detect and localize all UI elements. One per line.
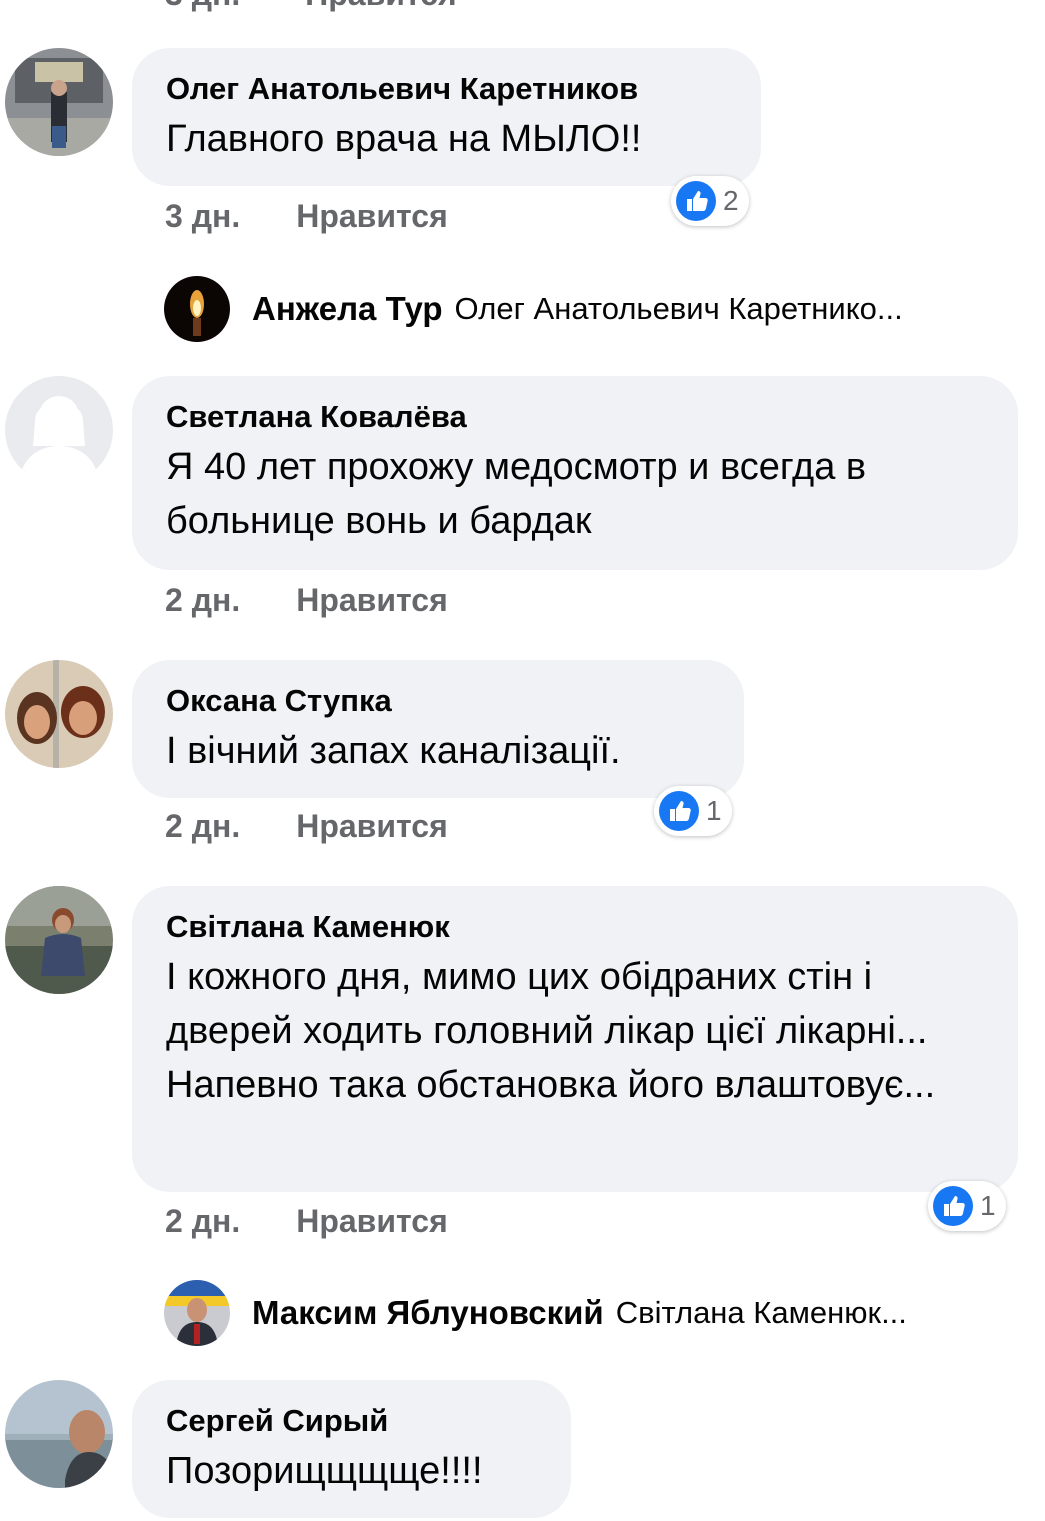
comment-author[interactable]: Светлана Ковалёва [166, 398, 984, 436]
comment-author[interactable]: Оксана Ступка [166, 682, 710, 720]
reaction-count: 1 [706, 795, 722, 826]
thumbs-up-icon [676, 181, 716, 221]
reply-author[interactable]: Максим Яблуновский [252, 1294, 604, 1332]
comment-meta: 2 дн. Нравится [165, 1203, 448, 1240]
comment-meta: 3 дн. Нравится [165, 198, 448, 235]
reply-author[interactable]: Анжела Тур [252, 290, 443, 328]
previous-comment-meta: 3 дн. Нравится [165, 0, 457, 13]
comment-text: Позорищщщще!!!! [166, 1450, 483, 1492]
like-button[interactable]: Нравится [296, 1203, 448, 1239]
reaction-count-badge[interactable]: 2 [671, 176, 749, 226]
previous-comment-time: 3 дн. [165, 0, 240, 12]
comment-time[interactable]: 2 дн. [165, 808, 240, 844]
like-button[interactable]: Нравится [296, 808, 448, 844]
reaction-count: 1 [980, 1190, 996, 1221]
comment-author[interactable]: Олег Анатольевич Каретников [166, 70, 727, 108]
avatar-anzhela[interactable] [164, 276, 230, 342]
reply-preview[interactable]: Анжела Тур Олег Анатольевич Каретнико... [164, 276, 903, 342]
comment-meta: 2 дн. Нравится [165, 808, 448, 845]
reply-snippet: Світлана Каменюк... [615, 1295, 907, 1330]
avatar-oleg[interactable] [5, 48, 113, 156]
comment-text: І кожного дня, мимо цих обідраних стін і… [166, 956, 936, 1106]
reply-preview[interactable]: Максим Яблуновский Світлана Каменюк... [164, 1280, 907, 1346]
avatar-svitlana-kamenyuk[interactable] [5, 886, 113, 994]
comment-text: І вічний запах каналізації. [166, 730, 621, 772]
comment-bubble: Светлана Ковалёва Я 40 лет прохожу медос… [132, 376, 1018, 570]
avatar-sergey[interactable] [5, 1380, 113, 1488]
avatar-svetlana-kovaleva[interactable] [5, 376, 113, 484]
comment-author[interactable]: Сергей Сирый [166, 1402, 537, 1440]
comment-bubble: Олег Анатольевич Каретников Главного вра… [132, 48, 761, 186]
comment-meta: 2 дн. Нравится [165, 582, 448, 619]
reaction-count-badge[interactable]: 1 [654, 786, 732, 836]
like-button[interactable]: Нравится [296, 198, 448, 234]
comment-author[interactable]: Світлана Каменюк [166, 908, 984, 946]
like-button[interactable]: Нравится [296, 582, 448, 618]
reply-snippet: Олег Анатольевич Каретнико... [454, 291, 903, 326]
comment-time[interactable]: 2 дн. [165, 1203, 240, 1239]
reaction-count: 2 [723, 185, 739, 216]
comment-bubble: Сергей Сирый Позорищщщще!!!! [132, 1380, 571, 1518]
avatar-maksim[interactable] [164, 1280, 230, 1346]
comment-time[interactable]: 2 дн. [165, 582, 240, 618]
comment-bubble: Світлана Каменюк І кожного дня, мимо цих… [132, 886, 1018, 1192]
comment-bubble: Оксана Ступка І вічний запах каналізації… [132, 660, 744, 798]
thumbs-up-icon [659, 791, 699, 831]
comment-text: Главного врача на МЫЛО!! [166, 118, 642, 160]
previous-comment-like-button[interactable]: Нравится [305, 0, 457, 12]
comment-text: Я 40 лет прохожу медосмотр и всегда в бо… [166, 446, 867, 542]
comment-time[interactable]: 3 дн. [165, 198, 240, 234]
avatar-oksana[interactable] [5, 660, 113, 768]
thumbs-up-icon [933, 1186, 973, 1226]
reaction-count-badge[interactable]: 1 [928, 1181, 1006, 1231]
